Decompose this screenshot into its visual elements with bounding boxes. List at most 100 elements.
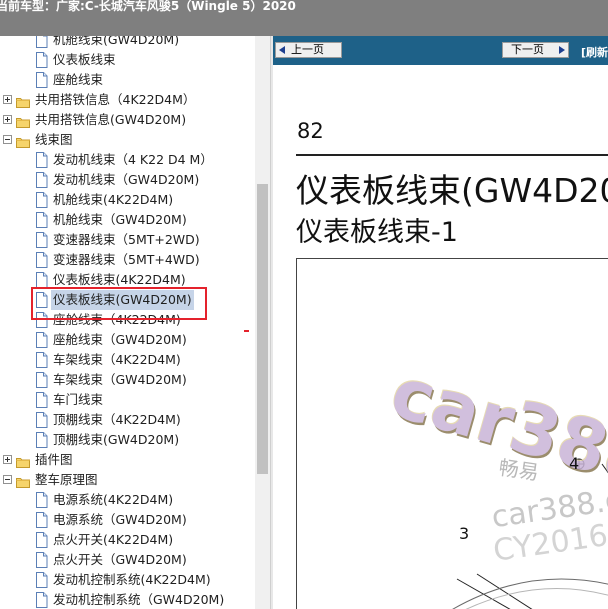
tree-item-label: 变速器线束（5MT+4WD) <box>53 252 200 267</box>
refresh-link[interactable]: [刷新 <box>581 44 608 60</box>
tree-item[interactable]: 变速器线束（5MT+4WD) <box>0 250 255 270</box>
tree-item-label: 点火开关（GW4D20M) <box>53 552 187 567</box>
tree-item[interactable]: 发动机线束（GW4D20M) <box>0 170 255 190</box>
tree-item[interactable]: 电源系统（GW4D20M) <box>0 510 255 530</box>
tree-item-label: 座舱线束 <box>53 72 104 87</box>
folder-icon <box>16 454 30 468</box>
document-icon <box>35 52 48 68</box>
prev-page-button[interactable]: 上一页 <box>275 42 342 58</box>
tree-item[interactable]: 整车原理图 <box>0 470 255 490</box>
tree-item[interactable]: 车架线束（GW4D20M) <box>0 370 255 390</box>
document-icon <box>35 232 48 248</box>
tree-item[interactable]: 顶棚线束（4K22D4M) <box>0 410 255 430</box>
tree-item[interactable]: 电源系统(4K22D4M) <box>0 490 255 510</box>
document-icon <box>35 72 48 88</box>
document-icon <box>35 252 48 268</box>
document-icon <box>35 572 48 588</box>
document-icon <box>35 532 48 548</box>
next-page-label: 下一页 <box>511 43 544 56</box>
tree-item-label: 车架线束（GW4D20M) <box>53 372 187 387</box>
expand-icon[interactable] <box>3 95 12 104</box>
tree-item[interactable]: 插件图 <box>0 450 255 470</box>
callout-3: 3 <box>459 524 470 543</box>
document-subtitle: 仪表板线束-1 <box>296 217 458 248</box>
tree-item[interactable]: 线束图 <box>0 130 255 150</box>
tree-item[interactable]: 发动机线束（4 K22 D4 M） <box>0 150 255 170</box>
tree-item[interactable]: 顶棚线束(GW4D20M) <box>0 430 255 450</box>
document-viewer: 上一页 下一页 [刷新 82 仪表板线束(GW4D20 仪表板线束-1 car3… <box>273 36 608 609</box>
folder-icon <box>16 114 30 128</box>
red-marker <box>244 330 249 332</box>
page-number: 82 <box>297 119 324 143</box>
tree-item-label: 共用搭铁信息（4K22D4M） <box>35 92 196 107</box>
tree-item-label: 整车原理图 <box>35 472 98 487</box>
tree-item-label: 变速器线束（5MT+2WD) <box>53 232 200 247</box>
tree-item-label: 仪表板线束 <box>53 52 116 67</box>
document-tree[interactable]: 机舱线束(GW4D20M) 仪表板线束座舱线束共用搭铁信息（4K22D4M） 共用搭… <box>0 36 255 609</box>
right-arrow-icon <box>559 46 565 54</box>
tree-item-label: 顶棚线束（4K22D4M) <box>53 412 181 427</box>
document-icon <box>35 492 48 508</box>
scrollbar-thumb[interactable] <box>257 184 268 474</box>
document-icon <box>35 592 48 608</box>
window-title-bar: 当前车型：广家:C-长城汽车风骏5（Wingle 5）2020 <box>0 0 608 36</box>
viewer-nav-bar: 上一页 下一页 [刷新 <box>273 36 608 65</box>
tree-item[interactable]: 机舱线束(GW4D20M) <box>0 36 255 50</box>
tree-item-label: 发动机线束（GW4D20M) <box>53 172 200 187</box>
tree-item[interactable]: 发动机控制系统（GW4D20M) <box>0 590 255 609</box>
tree-item-label: 机舱线束(GW4D20M) <box>53 36 180 47</box>
tree-item-label: 电源系统(4K22D4M) <box>53 492 174 507</box>
document-icon <box>35 212 48 228</box>
window-title: 当前车型：广家:C-长城汽车风骏5（Wingle 5）2020 <box>0 0 296 13</box>
tree-item-label: 电源系统（GW4D20M) <box>53 512 187 527</box>
next-page-button[interactable]: 下一页 <box>502 42 569 58</box>
document-title: 仪表板线束(GW4D20 <box>296 171 608 210</box>
tree-item-label: 发动机线束（4 K22 D4 M） <box>53 152 213 167</box>
tree-item[interactable]: 共用搭铁信息（4K22D4M） <box>0 90 255 110</box>
expand-icon[interactable] <box>3 115 12 124</box>
tree-item-label: 顶棚线束(GW4D20M) <box>53 432 180 447</box>
tree-item[interactable]: 发动机控制系统(4K22D4M) <box>0 570 255 590</box>
document-icon <box>35 392 48 408</box>
tree-item-label: 座舱线束（GW4D20M) <box>53 332 187 347</box>
collapse-icon[interactable] <box>3 135 12 144</box>
tree-item-label: 机舱线束(4K22D4M) <box>53 192 174 207</box>
tree-item[interactable]: 机舱线束(4K22D4M) <box>0 190 255 210</box>
folder-icon <box>16 474 30 488</box>
expand-icon[interactable] <box>3 455 12 464</box>
prev-page-label: 上一页 <box>291 43 324 56</box>
title-rule <box>296 154 608 156</box>
selection-annotation-box <box>31 287 207 320</box>
left-arrow-icon <box>279 46 285 54</box>
tree-item[interactable]: 座舱线束（GW4D20M) <box>0 330 255 350</box>
document-icon <box>35 432 48 448</box>
tree-item[interactable]: 座舱线束 <box>0 70 255 90</box>
tree-item-label: 车门线束 <box>53 392 104 407</box>
document-icon <box>35 372 48 388</box>
tree-item-label: 插件图 <box>35 452 73 467</box>
document-icon <box>35 332 48 348</box>
document-icon <box>35 552 48 568</box>
tree-item-label: 发动机控制系统(4K22D4M) <box>53 572 211 587</box>
document-icon <box>35 192 48 208</box>
tree-item[interactable]: 点火开关（GW4D20M) <box>0 550 255 570</box>
tree-scrollbar[interactable] <box>255 36 270 609</box>
tree-item[interactable]: 变速器线束（5MT+2WD) <box>0 230 255 250</box>
document-icon <box>35 272 48 288</box>
folder-icon <box>16 134 30 148</box>
tree-item[interactable]: 车架线束（4K22D4M) <box>0 350 255 370</box>
tree-item[interactable]: 点火开关(4K22D4M) <box>0 530 255 550</box>
document-icon <box>35 352 48 368</box>
tree-item-label: 机舱线束（GW4D20M) <box>53 212 187 227</box>
callout-4: 4 <box>569 454 580 473</box>
document-icon <box>35 152 48 168</box>
tree-item[interactable]: 共用搭铁信息(GW4D20M) <box>0 110 255 130</box>
tree-item[interactable]: 机舱线束（GW4D20M) <box>0 210 255 230</box>
tree-item[interactable]: 仪表板线束 <box>0 50 255 70</box>
collapse-icon[interactable] <box>3 475 12 484</box>
tree-item-label: 车架线束（4K22D4M) <box>53 352 181 367</box>
document-icon <box>35 36 48 48</box>
document-icon <box>35 412 48 428</box>
tree-item-label: 线束图 <box>35 132 73 147</box>
tree-item[interactable]: 车门线束 <box>0 390 255 410</box>
